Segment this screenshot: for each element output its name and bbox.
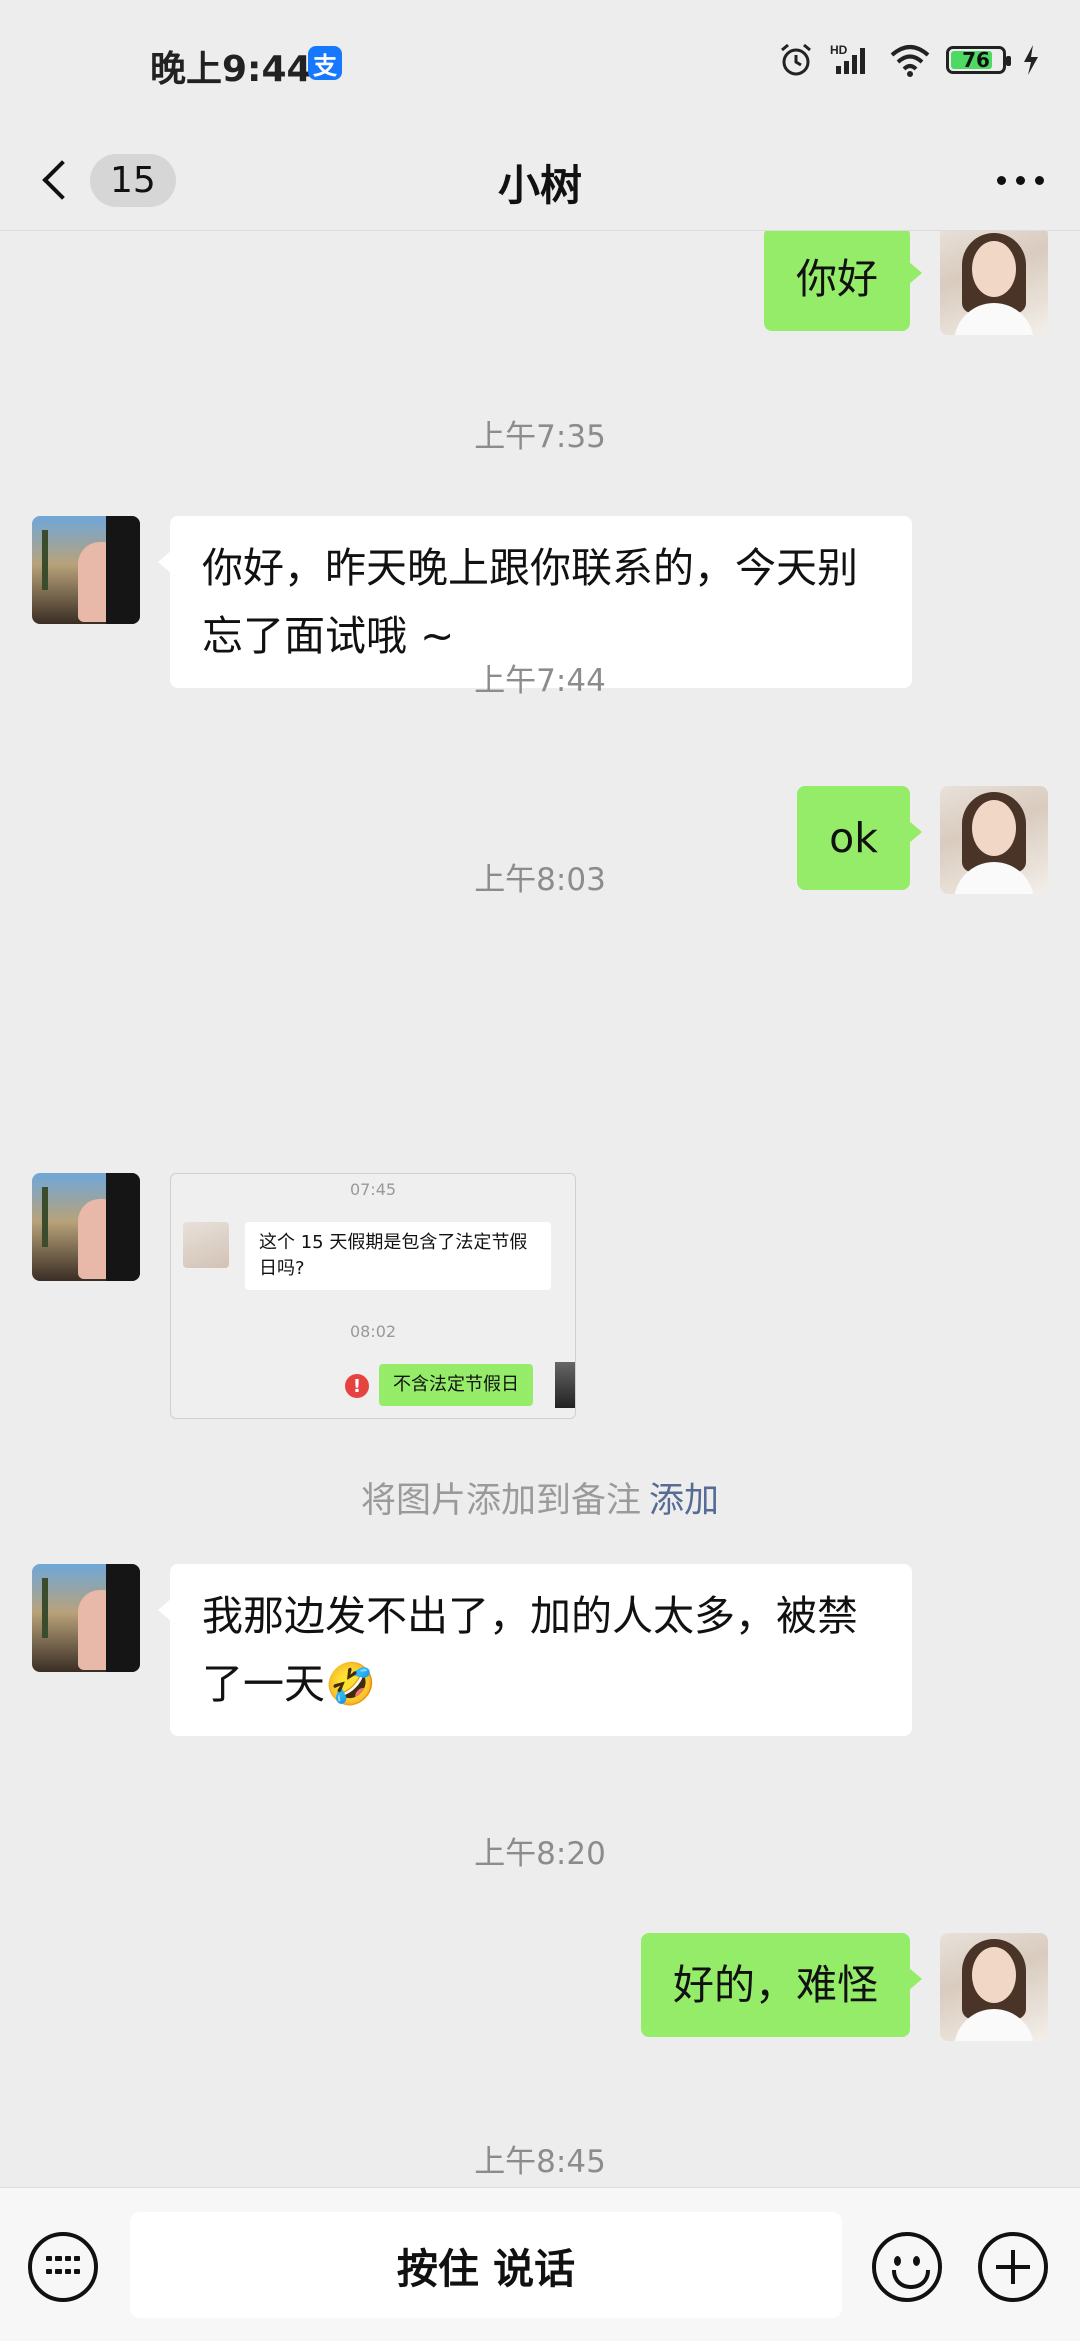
outgoing-message-bubble[interactable]: 你好 <box>764 231 922 331</box>
more-dot-icon <box>997 175 1006 185</box>
smiley-icon-mouth <box>892 2270 930 2289</box>
status-time: 晚上9:44 <box>150 49 312 90</box>
battery-icon: 76 <box>946 46 1011 74</box>
laughing-emoji-icon: 🤣 <box>325 1660 377 1708</box>
image-avatar <box>183 1222 229 1268</box>
battery-level: 76 <box>962 48 990 72</box>
more-options-button[interactable] <box>997 158 1044 202</box>
chat-title: 小树 <box>497 161 582 210</box>
emoji-button[interactable] <box>872 2232 942 2302</box>
hd-label: HD <box>830 43 848 57</box>
image-avatar <box>555 1362 575 1408</box>
image-question-text: 这个 15 天假期是包含了法定节假日吗? <box>245 1222 551 1290</box>
keyboard-icon <box>46 2256 80 2278</box>
status-bar: 晚上9:44 支 HD 76 <box>0 0 1080 130</box>
outgoing-message-bubble[interactable]: 好的，难怪 <box>641 1933 922 2037</box>
contact-avatar[interactable] <box>32 516 140 624</box>
message-timestamp: 上午7:35 <box>474 419 606 455</box>
message-timestamp: 上午8:45 <box>474 2144 606 2180</box>
smiley-icon <box>894 2256 901 2266</box>
message-timestamp: 上午8:20 <box>474 1836 606 1872</box>
my-avatar[interactable] <box>940 231 1048 335</box>
message-timestamp: 上午8:03 <box>474 862 606 898</box>
chat-header: 15 小树 <box>0 130 1080 231</box>
add-to-note-prompt: 将图片添加到备注 添加 <box>0 1472 1080 1523</box>
note-prompt-text: 将图片添加到备注 <box>360 1481 641 1521</box>
more-dot-icon <box>1016 175 1025 185</box>
charging-icon <box>1024 45 1038 75</box>
image-reply-text: 不含法定节假日 <box>379 1364 533 1406</box>
alipay-icon: 支 <box>308 46 342 80</box>
image-timestamp: 07:45 <box>349 1180 397 1199</box>
image-timestamp: 08:02 <box>349 1322 397 1341</box>
add-note-link[interactable]: 添加 <box>649 1481 719 1521</box>
alarm-icon <box>781 43 811 76</box>
incoming-message-bubble[interactable]: 我那边发不出了，加的人太多，被禁了一天🤣 <box>158 1564 912 1736</box>
signal-icon: HD <box>830 43 865 74</box>
contact-avatar[interactable] <box>32 1564 140 1672</box>
contact-avatar[interactable] <box>32 1173 140 1281</box>
my-avatar[interactable] <box>940 1933 1048 2041</box>
input-bar: 按住 说话 <box>0 2187 1080 2341</box>
smiley-icon-eye <box>913 2256 920 2266</box>
hold-to-talk-button[interactable]: 按住 说话 <box>130 2212 842 2318</box>
image-message[interactable]: 07:45 这个 15 天假期是包含了法定节假日吗? 08:02 ! 不含法定节… <box>170 1173 576 1419</box>
voice-keyboard-toggle-button[interactable] <box>28 2232 98 2302</box>
message-timestamp: 上午7:44 <box>474 663 606 699</box>
more-dot-icon <box>1035 175 1044 185</box>
wifi-icon <box>890 45 930 77</box>
status-icons: HD 76 <box>778 42 1040 78</box>
send-error-icon: ! <box>345 1374 369 1398</box>
message-list[interactable]: 你好 上午7:35 你好，昨天晚上跟你联系的，今天别忘了面试哦 ~ 上午7:44… <box>0 231 1080 2187</box>
message-text: 我那边发不出了，加的人太多，被禁了一天 <box>202 1592 858 1708</box>
more-actions-plus-button[interactable] <box>978 2232 1048 2302</box>
